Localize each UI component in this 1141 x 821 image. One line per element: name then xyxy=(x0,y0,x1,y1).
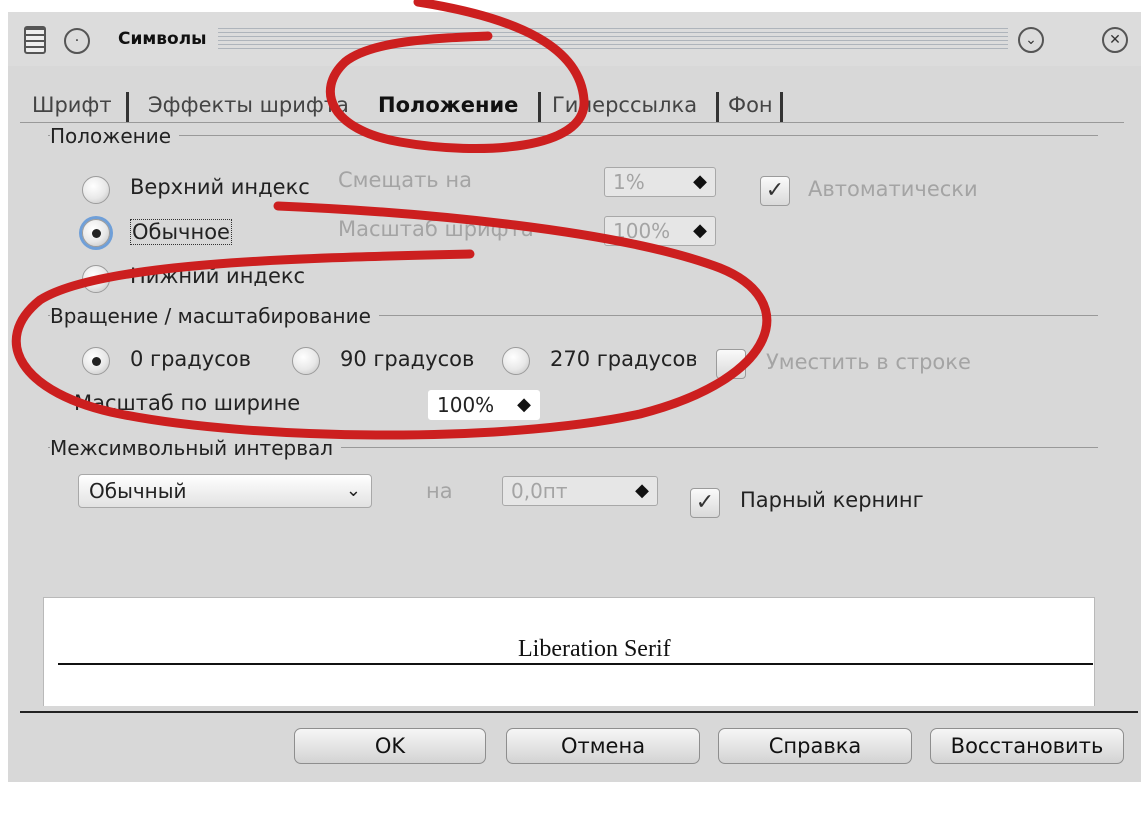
spacing-mode-select[interactable]: Обычный ⌄ xyxy=(78,474,372,508)
preview-text: Liberation Serif xyxy=(516,636,673,663)
chevron-down-icon: ⌄ xyxy=(345,480,361,501)
close-icon[interactable]: ✕ xyxy=(1102,27,1128,53)
kerning-label: Парный кернинг xyxy=(740,488,924,512)
tab-font[interactable]: Шрифт xyxy=(32,88,112,122)
fit-line-label: Уместить в строке xyxy=(766,350,971,374)
normal-label: Обычное xyxy=(130,219,232,245)
spin-arrows-icon: ◆ xyxy=(635,480,649,501)
rotate-90-radio[interactable] xyxy=(292,347,320,375)
raise-spinbox[interactable]: 1% ◆ xyxy=(604,167,716,197)
subscript-radio[interactable] xyxy=(82,265,110,293)
raise-label: Смещать на xyxy=(338,168,472,192)
rotate-270-radio[interactable] xyxy=(502,347,530,375)
spacing-by-label: на xyxy=(426,479,453,503)
rotation-group-title: Вращение / масштабирование xyxy=(50,304,379,328)
tab-separator xyxy=(716,92,719,122)
tab-background[interactable]: Фон xyxy=(728,88,773,122)
font-scale-label: Масштаб шрифта xyxy=(338,217,534,241)
font-preview: Liberation Serif xyxy=(43,597,1095,706)
rotate-90-label: 90 градусов xyxy=(340,347,475,371)
spin-arrows-icon: ◆ xyxy=(693,220,707,241)
position-group-title: Положение xyxy=(50,124,179,148)
rotate-0-radio[interactable] xyxy=(82,347,110,375)
sticky-icon[interactable]: · xyxy=(64,28,90,54)
help-button[interactable]: Справка xyxy=(718,728,912,764)
spin-arrows-icon: ◆ xyxy=(693,171,707,192)
kerning-checkbox[interactable]: ✓ xyxy=(690,488,720,518)
auto-label: Автоматически xyxy=(808,177,978,201)
button-bar-separator xyxy=(20,711,1138,713)
auto-checkbox[interactable]: ✓ xyxy=(760,176,790,206)
normal-radio[interactable] xyxy=(82,219,110,247)
tab-position[interactable]: Положение xyxy=(378,88,518,122)
title-bar: · Символы ⌄ ✕ xyxy=(8,12,1141,66)
app-menu-icon[interactable] xyxy=(24,26,46,54)
rotate-0-label: 0 градусов xyxy=(130,347,251,371)
cancel-button[interactable]: Отмена xyxy=(506,728,700,764)
title-bar-stripes xyxy=(218,28,1008,52)
scale-width-label: Масштаб по ширине xyxy=(74,391,301,415)
spacing-mode-value: Обычный xyxy=(89,479,187,503)
font-scale-value: 100% xyxy=(613,219,671,243)
superscript-radio[interactable] xyxy=(82,176,110,204)
tab-separator xyxy=(780,92,783,122)
spin-arrows-icon: ◆ xyxy=(517,394,531,415)
character-dialog: · Символы ⌄ ✕ Шрифт Эффекты шрифта Полож… xyxy=(8,12,1141,782)
tab-font-effects[interactable]: Эффекты шрифта xyxy=(148,88,349,122)
spacing-by-value: 0,0пт xyxy=(511,479,568,503)
tab-separator xyxy=(538,92,541,122)
spacing-by-spinbox[interactable]: 0,0пт ◆ xyxy=(502,476,658,506)
raise-value: 1% xyxy=(613,170,645,194)
position-group-line xyxy=(48,135,1098,136)
tab-hyperlink[interactable]: Гиперссылка xyxy=(552,88,697,122)
rotate-270-label: 270 градусов xyxy=(550,347,696,371)
font-scale-spinbox[interactable]: 100% ◆ xyxy=(604,216,716,246)
spacing-group-title: Межсимвольный интервал xyxy=(50,436,342,460)
ok-button[interactable]: OK xyxy=(294,728,486,764)
superscript-label: Верхний индекс xyxy=(130,175,310,199)
window-title: Символы xyxy=(118,29,207,49)
tab-separator xyxy=(126,92,129,122)
reset-button[interactable]: Восстановить xyxy=(930,728,1124,764)
scale-width-spinbox[interactable]: 100% ◆ xyxy=(428,390,540,420)
scale-width-value: 100% xyxy=(437,393,495,417)
minimize-icon[interactable]: ⌄ xyxy=(1018,27,1044,53)
preview-baseline xyxy=(58,663,1093,665)
subscript-label: Нижний индекс xyxy=(130,264,306,288)
fit-line-checkbox[interactable] xyxy=(716,349,746,379)
